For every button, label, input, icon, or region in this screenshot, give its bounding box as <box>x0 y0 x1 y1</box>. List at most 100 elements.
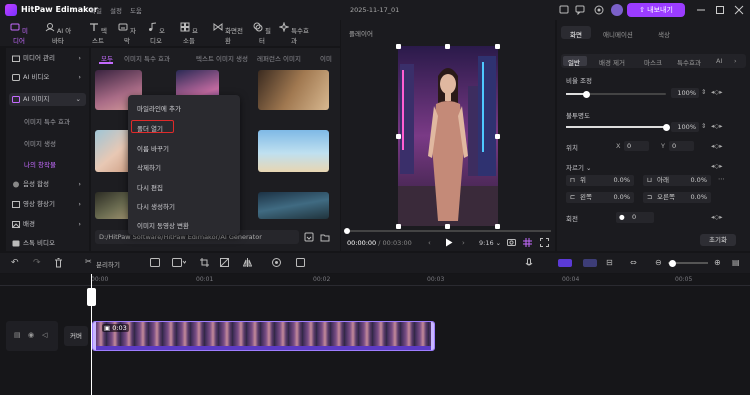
tab-image-effects[interactable]: 이미지 특수 효과 <box>124 53 170 63</box>
preview-image[interactable] <box>398 46 498 226</box>
subtab-effects[interactable]: 특수효과 <box>677 57 701 67</box>
zoom-slider[interactable] <box>668 259 708 267</box>
playhead-handle[interactable] <box>87 288 96 306</box>
resize-handle[interactable] <box>445 224 450 229</box>
play-icon[interactable] <box>445 238 453 247</box>
clip-trim-right[interactable] <box>431 322 434 350</box>
keyframe-add-icon[interactable]: ◂◇▸ <box>711 122 723 130</box>
sidebar-item-media-manage[interactable]: 미디어 관리 › <box>9 52 86 65</box>
progress-knob[interactable] <box>344 228 350 234</box>
sidebar-sub-my-creations[interactable]: 나의 창작물 <box>24 159 56 169</box>
grid-icon[interactable] <box>523 238 532 247</box>
keyframe-add-icon[interactable]: ◂◇▸ <box>711 142 723 150</box>
folder-open-icon[interactable] <box>320 232 330 242</box>
subtab-general[interactable]: 일반 <box>568 57 580 67</box>
sidebar-sub-image-effects[interactable]: 이미지 특수 효과 <box>24 116 70 126</box>
sidebar-item-background[interactable]: 배경 › <box>9 218 86 231</box>
fullscreen-icon[interactable] <box>540 238 549 247</box>
resize-handle[interactable] <box>396 44 401 49</box>
menu-item-image-to-video[interactable]: 이미지 동영상 변환 <box>137 220 189 230</box>
thumb-woman-reading[interactable] <box>258 70 329 110</box>
thumb-lake-woman[interactable] <box>258 192 329 219</box>
undo-icon[interactable]: ↶ <box>11 258 19 268</box>
tab-color[interactable]: 색상 <box>658 29 670 39</box>
close-icon[interactable] <box>734 5 744 15</box>
subtab-bg-remove[interactable]: 배경 제거 <box>599 57 625 67</box>
mirror-icon[interactable] <box>243 258 252 267</box>
menu-item-delete[interactable]: 삭제하기 <box>137 162 161 172</box>
fit-timeline-icon[interactable]: ⇔ <box>630 258 637 267</box>
resize-handle[interactable] <box>396 134 401 139</box>
video-clip[interactable]: ▣ 0:03 <box>92 321 435 351</box>
crop-right-field[interactable]: ⊐ 오른쪽 0.0% <box>643 192 711 203</box>
snap-toggle-icon[interactable] <box>583 259 597 267</box>
resize-handle[interactable] <box>495 224 500 229</box>
minimize-icon[interactable] <box>696 5 706 15</box>
resize-handle[interactable] <box>495 134 500 139</box>
message-icon[interactable] <box>575 5 585 15</box>
crop-bottom-field[interactable]: ⊔ 아래 0.0% <box>643 175 711 186</box>
menu-item-rename[interactable]: 이름 바꾸기 <box>137 143 169 153</box>
tab-reference-image[interactable]: 레퍼런스 이미지 <box>257 53 301 63</box>
delete-icon[interactable] <box>54 258 63 268</box>
opacity-value[interactable]: 100% <box>671 122 699 132</box>
tab-subtitle[interactable]: 자막 <box>115 22 139 45</box>
keyframe-add-icon[interactable]: ◂◇▸ <box>711 162 723 170</box>
playback-progress[interactable] <box>344 228 551 234</box>
green-screen-icon[interactable] <box>296 258 305 267</box>
reset-button[interactable]: 초기화 <box>700 234 736 246</box>
tab-transition[interactable]: 화면전환 <box>212 22 244 45</box>
track-video-icon[interactable]: ▤ <box>14 331 21 339</box>
avatar[interactable] <box>611 4 623 16</box>
tab-more[interactable]: 이미 <box>320 53 332 63</box>
y-field[interactable]: 0 <box>669 141 694 151</box>
prev-frame-icon[interactable]: ‹ <box>428 239 431 247</box>
crop-tool-icon[interactable] <box>200 258 209 267</box>
scale-slider[interactable] <box>566 90 666 98</box>
tab-media[interactable]: 미디어 <box>7 22 31 45</box>
menu-settings[interactable]: 설정 <box>110 7 122 15</box>
tab-screen[interactable]: 화면 <box>570 29 582 39</box>
microphone-icon[interactable] <box>525 258 533 268</box>
cover-button[interactable]: 커버 <box>64 326 88 346</box>
tab-filter[interactable]: 필터 <box>250 22 274 45</box>
resize-handle[interactable] <box>396 224 401 229</box>
zoom-in-icon[interactable]: ⊕ <box>714 258 721 267</box>
feedback-icon[interactable] <box>559 5 569 15</box>
tab-text[interactable]: 텍스트 <box>86 22 110 45</box>
menu-item-regenerate[interactable]: 다시 생성하기 <box>137 201 175 211</box>
text-tool-icon[interactable] <box>172 258 186 267</box>
clip-trim-left[interactable] <box>93 322 96 350</box>
track-visibility-icon[interactable]: ◉ <box>28 331 34 339</box>
opacity-slider[interactable] <box>566 123 670 131</box>
redo-icon[interactable]: ↷ <box>33 258 41 268</box>
link-icon[interactable]: ⋯ <box>718 175 725 183</box>
menu-help[interactable]: 도움 <box>130 7 142 15</box>
tab-animation[interactable]: 애니메이션 <box>603 29 633 39</box>
menu-item-add-to-timeline[interactable]: 마일라인에 추가 <box>137 103 181 113</box>
scale-value[interactable]: 100% <box>671 88 699 98</box>
sidebar-item-tts[interactable]: 음성 합성 › <box>9 178 86 191</box>
chevron-right-icon[interactable]: › <box>734 57 737 65</box>
sidebar-item-ai-video[interactable]: AI 비디오 › <box>9 71 86 84</box>
rotate-field[interactable]: ● 0 <box>616 212 654 223</box>
maximize-icon[interactable] <box>715 5 725 15</box>
x-field[interactable]: 0 <box>624 141 649 151</box>
subtab-ai[interactable]: AI <box>716 57 722 65</box>
menu-file[interactable]: 파일 <box>90 7 102 15</box>
next-frame-icon[interactable]: › <box>462 239 465 247</box>
scissors-icon[interactable]: ✂ <box>85 257 92 266</box>
aspect-ratio-select[interactable]: 9:16 ⌄ <box>479 239 501 247</box>
settings-icon[interactable] <box>594 5 604 15</box>
caption-icon[interactable] <box>150 258 160 267</box>
scale-knob[interactable] <box>583 90 590 98</box>
time-ruler[interactable]: 00:00 00:01 00:02 00:03 00:04 00:05 <box>0 274 750 286</box>
tab-ai-avatar[interactable]: AI 아바타 <box>42 22 74 45</box>
link-toggle-icon[interactable] <box>558 259 572 267</box>
stepper-icon[interactable]: ⇕ <box>701 122 706 130</box>
sidebar-item-stock-video[interactable]: 스톡 비디오 <box>9 237 86 250</box>
menu-item-open-folder[interactable]: 폴더 열기 <box>137 123 163 133</box>
zoom-out-icon[interactable]: ⊖ <box>655 258 662 267</box>
crop-top-field[interactable]: ⊓ 위 0.0% <box>566 175 634 186</box>
tab-elements[interactable]: 요소들 <box>177 22 201 45</box>
